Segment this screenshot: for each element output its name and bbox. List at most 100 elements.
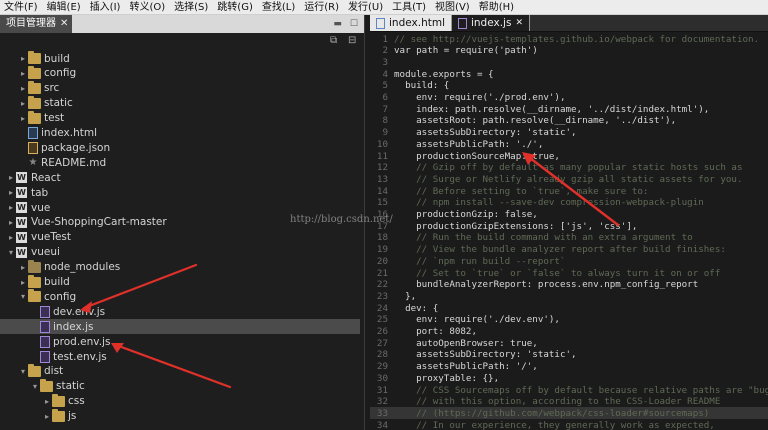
tree-item-label: vue — [31, 201, 51, 214]
chevron-right-icon[interactable]: ▸ — [18, 278, 28, 287]
tree-item[interactable]: ▸ src — [0, 80, 360, 96]
tree-item[interactable]: ▸ build — [0, 274, 360, 290]
code-text: assetsPublicPath: './', — [394, 138, 544, 150]
tree-item[interactable]: ▸ WvueTest — [0, 230, 360, 245]
editor-tab-label: index.html — [389, 17, 445, 29]
code-line: 30 proxyTable: {}, — [370, 372, 768, 384]
tree-item[interactable]: package.json — [0, 140, 360, 155]
tree-item[interactable]: prod.env.js — [0, 334, 360, 349]
tree-item[interactable]: ▸ static — [0, 95, 360, 111]
chevron-right-icon[interactable]: ▸ — [6, 203, 16, 212]
code-area[interactable]: 1 // see http://vuejs-templates.github.io… — [370, 32, 768, 430]
tree-item[interactable]: index.js — [0, 319, 360, 335]
panel-minimize-icon[interactable]: ▬ — [333, 19, 342, 29]
tree-item[interactable]: ▾ static — [0, 378, 360, 394]
chevron-right-icon[interactable]: ▸ — [42, 397, 52, 406]
menu-item[interactable]: 选择(S) — [170, 0, 213, 15]
new-file-icon[interactable]: ⧉ — [330, 35, 337, 46]
line-number: 16 — [376, 209, 388, 220]
chevron-right-icon[interactable]: ▸ — [18, 263, 28, 272]
code-text: // (https://github.com/webpack/css-loade… — [394, 407, 710, 419]
chevron-right-icon[interactable]: ▸ — [6, 188, 16, 197]
js-file-icon — [457, 17, 467, 29]
menu-item[interactable]: 文件(F) — [0, 0, 43, 15]
code-line: 13 // Surge or Netlify already gzip all … — [370, 173, 768, 185]
collapse-all-icon[interactable]: ⊟ — [348, 35, 356, 46]
tree-item[interactable]: index.html — [0, 126, 360, 141]
chevron-right-icon[interactable]: ▸ — [18, 69, 28, 78]
code-text: module.exports = { — [394, 68, 494, 80]
tree-item[interactable]: ▾ dist — [0, 363, 360, 379]
chevron-right-icon[interactable]: ▸ — [6, 233, 16, 242]
code-text: productionGzipExtensions: ['js', 'css'], — [394, 220, 638, 232]
menu-item[interactable]: 帮助(H) — [475, 0, 519, 15]
panel-maximize-icon[interactable]: ☐ — [350, 19, 358, 29]
chevron-down-icon[interactable]: ▾ — [18, 367, 28, 376]
code-editor: index.html index.js ✕ 1 // see http://vuejs… — [370, 15, 768, 430]
line-number: 21 — [376, 267, 388, 279]
line-number: 23 — [376, 290, 388, 302]
line-number: 10 — [376, 138, 388, 150]
panel-close-icon[interactable]: ✕ — [60, 15, 68, 33]
tree-item-label: README.md — [41, 156, 107, 169]
chevron-right-icon[interactable]: ▸ — [18, 54, 28, 63]
line-number: 32 — [376, 396, 388, 408]
tree-item[interactable]: ▸ node_modules — [0, 259, 360, 275]
tree-item[interactable]: ▸ js — [0, 408, 360, 424]
chevron-right-icon[interactable]: ▸ — [6, 218, 16, 227]
chevron-down-icon[interactable]: ▾ — [30, 382, 40, 391]
code-text: // Before setting to `true`, make sure t… — [394, 185, 649, 197]
tree-item[interactable]: ▸ config — [0, 65, 360, 81]
menu-item[interactable]: 运行(R) — [300, 0, 344, 15]
code-text: // see http://vuejs-templates.github.io/… — [394, 33, 760, 45]
tree-item[interactable]: test.env.js — [0, 349, 360, 364]
tree-item-label: Vue-ShoppingCart-master — [31, 216, 167, 229]
tree-item[interactable]: ▸ css — [0, 393, 360, 409]
tree-item[interactable]: ▸ Wvue — [0, 200, 360, 215]
chevron-right-icon[interactable]: ▸ — [42, 412, 52, 421]
menu-item[interactable]: 视图(V) — [431, 0, 475, 15]
tree-item[interactable]: ▸ test — [0, 110, 360, 126]
chevron-right-icon[interactable]: ▸ — [18, 84, 28, 93]
menu-item[interactable]: 编辑(E) — [43, 0, 86, 15]
tree-item[interactable]: ★ README.md — [0, 155, 360, 170]
tree-item[interactable]: ▾ Wvueui — [0, 245, 360, 260]
chevron-right-icon[interactable]: ▸ — [18, 99, 28, 108]
folder-icon — [28, 80, 41, 94]
line-number: 7 — [382, 103, 388, 115]
code-line: 1 // see http://vuejs-templates.github.io… — [370, 33, 768, 45]
menu-bar: 文件(F) 编辑(E) 插入(I) 转义(O) 选择(S) 跳转(G) 查找(L) 运行(R)… — [0, 0, 768, 15]
tree-item[interactable]: ▸ build — [0, 51, 360, 66]
tree-item[interactable]: ▾ config — [0, 289, 360, 304]
menu-item[interactable]: 转义(O) — [125, 0, 170, 15]
code-line: 12 // Gzip off by default as many popula… — [370, 162, 768, 174]
menu-item[interactable]: 查找(L) — [258, 0, 300, 15]
menu-item[interactable]: 跳转(G) — [213, 0, 258, 15]
tree-item-label: vueTest — [31, 231, 72, 244]
tree-item[interactable]: ▸ W React — [0, 170, 360, 185]
code-text: env: require('./prod.env'), — [394, 92, 566, 103]
tree-item[interactable]: ▸ W Vue-ShoppingCart-master — [0, 215, 360, 230]
tree-item[interactable]: ▸ Wtab — [0, 185, 360, 200]
panel-tab[interactable]: 项目管理器 ✕ — [0, 15, 73, 33]
menu-item[interactable]: 发行(U) — [344, 0, 388, 15]
code-line: 28 assetsSubDirectory: 'static', — [370, 349, 768, 361]
editor-tab[interactable]: index.js ✕ — [451, 15, 530, 31]
menu-item[interactable]: 插入(I) — [86, 0, 126, 15]
code-line: 17 productionGzipExtensions: ['js', 'css… — [370, 220, 768, 232]
chevron-right-icon[interactable]: ▸ — [18, 114, 28, 123]
folder-icon — [28, 65, 41, 79]
chevron-right-icon[interactable]: ▸ — [6, 173, 16, 182]
editor-tab[interactable]: index.html — [370, 15, 452, 31]
tree-item-label: index.html — [41, 127, 97, 139]
line-number: 28 — [376, 349, 388, 361]
close-tab-icon[interactable]: ✕ — [515, 18, 523, 28]
menu-item[interactable]: 工具(T) — [388, 0, 431, 15]
tree-item-label: React — [31, 171, 61, 184]
chevron-down-icon[interactable]: ▾ — [6, 248, 16, 257]
tree-item[interactable]: dev.env.js — [0, 304, 360, 319]
chevron-down-icon[interactable]: ▾ — [18, 292, 28, 301]
code-text: // Run the build command with an extra a… — [394, 232, 693, 244]
json-file-icon — [28, 141, 38, 154]
line-number: 34 — [376, 419, 388, 430]
